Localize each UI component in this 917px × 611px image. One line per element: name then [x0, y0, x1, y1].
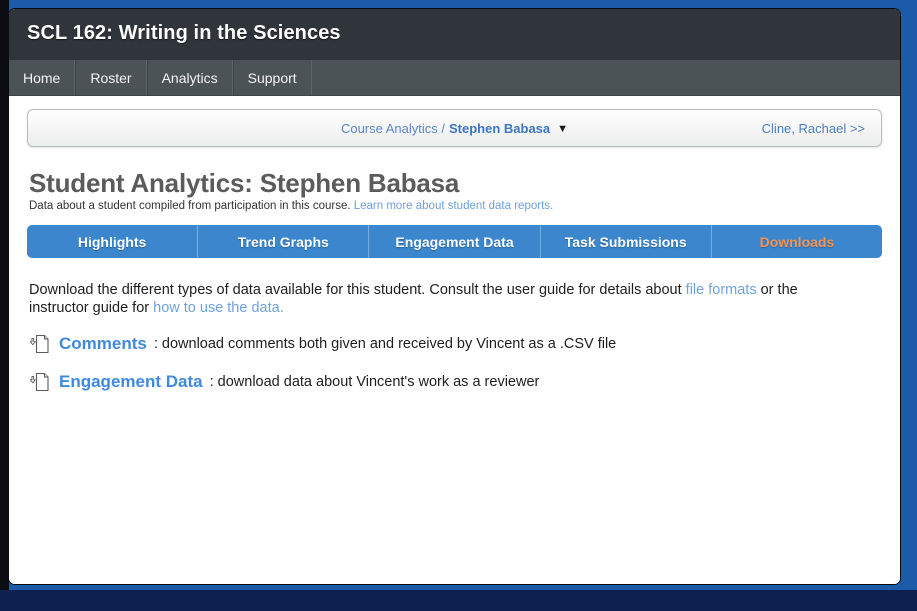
file-formats-link[interactable]: file formats [686, 282, 757, 298]
download-link-engagement-data[interactable]: Engagement Data [59, 372, 203, 392]
site-header: SCL 162: Writing in the Sciences [9, 9, 900, 60]
tab-highlights[interactable]: Highlights [27, 225, 199, 258]
nav-item-analytics[interactable]: Analytics [146, 60, 233, 95]
tab-engagement-data[interactable]: Engagement Data [369, 225, 541, 258]
tab-task-submissions[interactable]: Task Submissions [541, 225, 712, 258]
nav-item-home[interactable]: Home [9, 60, 76, 95]
frame-bottom-band [0, 590, 917, 611]
chevron-down-icon[interactable]: ▼ [557, 123, 568, 135]
download-description-engagement-data: : download data about Vincent's work as … [209, 374, 540, 390]
intro-part-1: Download the different types of data ava… [29, 282, 686, 298]
main-navigation: Home Roster Analytics Support [9, 60, 900, 96]
download-link-comments[interactable]: Comments [59, 334, 147, 354]
list-item: Comments : download comments both given … [29, 333, 882, 355]
how-to-use-data-link[interactable]: how to use the data. [153, 300, 284, 316]
page-subtitle-text: Data about a student compiled from parti… [29, 200, 351, 212]
page-subtitle: Data about a student compiled from parti… [29, 200, 882, 212]
list-item: Engagement Data : download data about Vi… [29, 371, 882, 393]
download-description-comments: : download comments both given and recei… [153, 336, 617, 352]
nav-item-roster[interactable]: Roster [75, 60, 147, 95]
page-window: SCL 162: Writing in the Sciences Home Ro… [8, 8, 901, 585]
document-download-icon[interactable] [29, 333, 51, 355]
breadcrumb: Course Analytics / Stephen Babasa ▼ [28, 121, 881, 136]
breadcrumb-current-student[interactable]: Stephen Babasa [449, 121, 550, 136]
breadcrumb-course-analytics[interactable]: Course Analytics / [341, 121, 445, 136]
tab-downloads[interactable]: Downloads [712, 225, 882, 258]
next-student-link[interactable]: Cline, Rachael >> [762, 121, 865, 136]
student-data-reports-link[interactable]: Learn more about student data reports. [354, 200, 553, 212]
browser-frame: SCL 162: Writing in the Sciences Home Ro… [0, 0, 917, 611]
page-content: Course Analytics / Stephen Babasa ▼ Cline,… [9, 109, 900, 584]
nav-item-support[interactable]: Support [232, 60, 312, 95]
document-download-icon[interactable] [29, 371, 51, 393]
analytics-tabs: Highlights Trend Graphs Engagement Data … [27, 225, 882, 258]
tab-trend-graphs[interactable]: Trend Graphs [198, 225, 370, 258]
page-title: Student Analytics: Stephen Babasa [29, 168, 460, 198]
breadcrumb-bar: Course Analytics / Stephen Babasa ▼ Cline,… [27, 109, 882, 147]
downloads-intro: Download the different types of data ava… [29, 281, 849, 317]
course-title: SCL 162: Writing in the Sciences [27, 22, 341, 44]
